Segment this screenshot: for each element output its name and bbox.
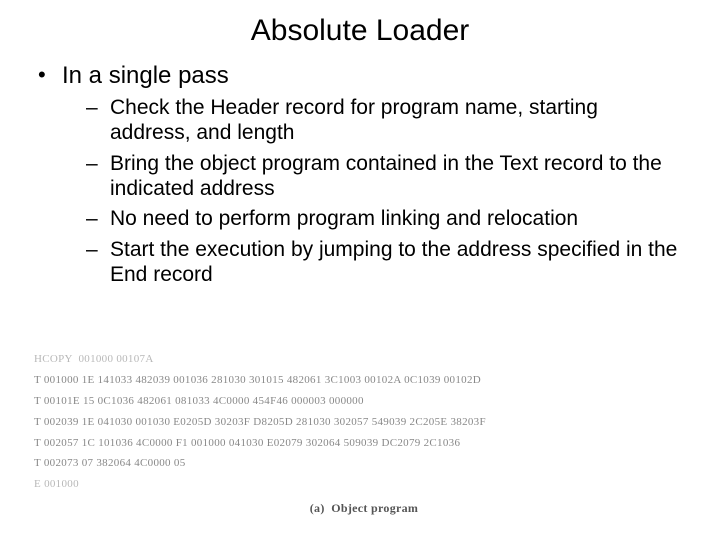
object-program-line: T 001000 1E 141033 482039 001036 281030 … (34, 370, 694, 391)
object-program-line: T 00101E 15 0C1036 482061 081033 4C0000 … (34, 391, 694, 412)
bullet-list-level2: Check the Header record for program name… (62, 96, 682, 287)
object-program-line: T 002039 1E 041030 001030 E0205D 30203F … (34, 412, 694, 433)
caption-text: Object program (331, 501, 418, 515)
object-program-caption: (a) Object program (34, 497, 694, 520)
slide-body: In a single pass Check the Header record… (0, 62, 720, 288)
bullet-subtext: Bring the object program contained in th… (110, 152, 662, 200)
bullet-subitem: No need to perform program linking and r… (86, 207, 682, 232)
bullet-subtext: Check the Header record for program name… (110, 96, 598, 144)
bullet-subitem: Bring the object program contained in th… (86, 152, 682, 202)
slide-title: Absolute Loader (0, 0, 720, 56)
bullet-subitem: Check the Header record for program name… (86, 96, 682, 146)
object-program-line: E 001000 (34, 474, 694, 495)
bullet-subitem: Start the execution by jumping to the ad… (86, 238, 682, 288)
bullet-text: In a single pass (62, 62, 229, 89)
bullet-item: In a single pass Check the Header record… (38, 62, 682, 288)
bullet-subtext: Start the execution by jumping to the ad… (110, 238, 677, 286)
object-program-block: HCOPY 001000 00107A T 001000 1E 141033 4… (34, 349, 694, 520)
caption-label: (a) (310, 501, 325, 515)
object-program-line: HCOPY 001000 00107A (34, 349, 694, 370)
bullet-subtext: No need to perform program linking and r… (110, 207, 578, 230)
slide: Absolute Loader In a single pass Check t… (0, 0, 720, 540)
object-program-line: T 002073 07 382064 4C0000 05 (34, 453, 694, 474)
object-program-line: T 002057 1C 101036 4C0000 F1 001000 0410… (34, 433, 694, 454)
bullet-list-level1: In a single pass Check the Header record… (38, 62, 682, 288)
